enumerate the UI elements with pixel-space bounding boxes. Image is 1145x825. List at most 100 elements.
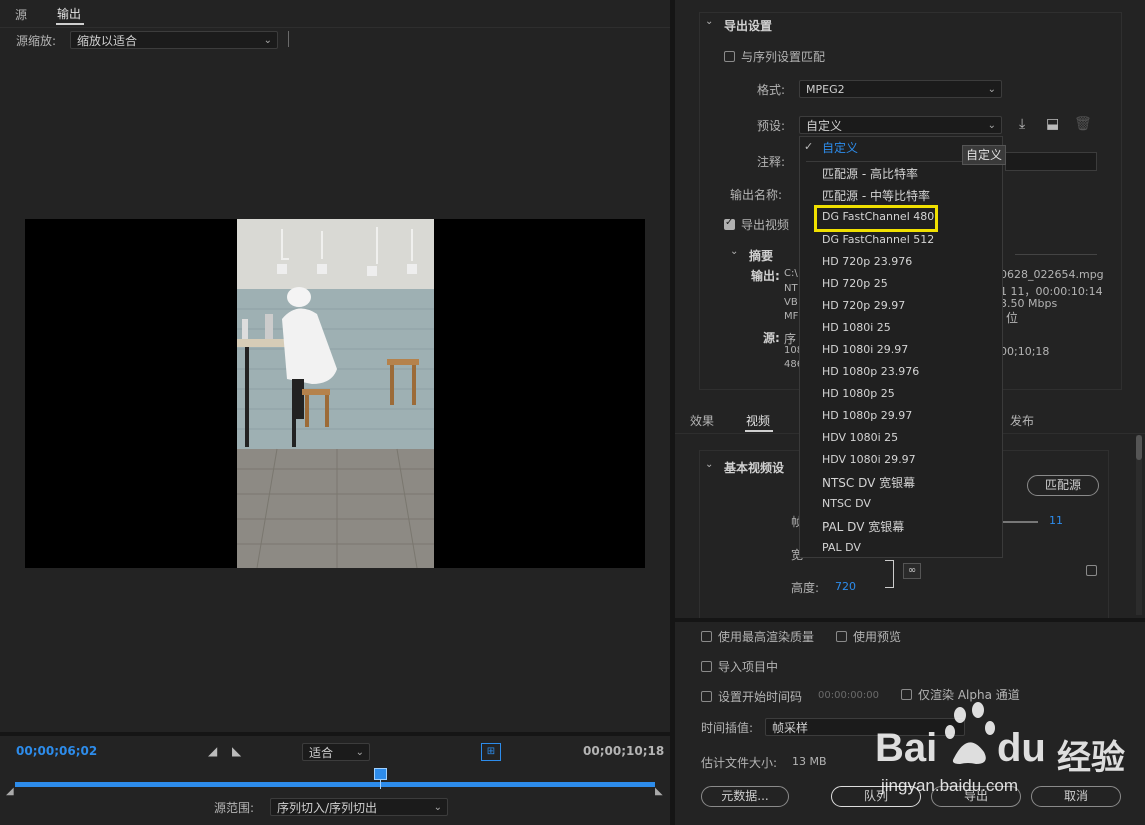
mark-out-icon[interactable]: ◣ bbox=[232, 744, 241, 758]
match-sequence-label: 与序列设置匹配 bbox=[741, 50, 826, 64]
summary-source-label: 源: bbox=[763, 331, 780, 345]
chevron-down-icon: ⌄ bbox=[355, 747, 364, 758]
playhead[interactable] bbox=[374, 768, 387, 789]
watermark-brand: Bai bbox=[875, 726, 938, 770]
source-range-label: 源范围: bbox=[214, 801, 255, 815]
fit-dropdown[interactable]: 适合 ⌄ bbox=[302, 743, 370, 761]
frame-value[interactable]: 11 bbox=[1049, 514, 1063, 527]
time-interp-value: 帧采样 bbox=[772, 721, 809, 735]
tab-publish[interactable]: 发布 bbox=[1010, 412, 1034, 429]
import-into-project-checkbox[interactable] bbox=[701, 661, 712, 672]
preset-menu-item[interactable]: HD 720p 23.976 bbox=[822, 255, 912, 268]
use-previews-label: 使用预览 bbox=[853, 630, 902, 644]
height-label: 高度: bbox=[791, 581, 820, 595]
dimension-checkbox[interactable] bbox=[1086, 565, 1097, 576]
in-point-icon[interactable]: ◢ bbox=[6, 786, 14, 797]
watermark-suffix: 经验 bbox=[1057, 738, 1125, 778]
summary-chevron-icon[interactable]: ⌄ bbox=[730, 246, 738, 257]
basic-video-chevron-icon[interactable]: ⌄ bbox=[705, 459, 713, 470]
tab-effects[interactable]: 效果 bbox=[690, 412, 714, 429]
source-scale-label: 源缩放: bbox=[16, 34, 57, 48]
height-value[interactable]: 720 bbox=[835, 580, 856, 593]
preset-menu-item[interactable]: HD 720p 25 bbox=[822, 277, 888, 290]
highlight-box bbox=[814, 205, 938, 232]
mark-in-icon[interactable]: ◢ bbox=[208, 744, 217, 758]
collapse-chevron-icon[interactable]: ⌄ bbox=[705, 16, 713, 27]
preset-menu-item[interactable]: NTSC DV 宽银幕 bbox=[822, 474, 915, 491]
match-sequence-checkbox[interactable] bbox=[724, 51, 735, 62]
preset-menu-item[interactable]: 匹配源 - 高比特率 bbox=[822, 165, 918, 182]
timeline-track[interactable] bbox=[15, 782, 655, 787]
start-timecode-value[interactable]: 00:00:00:00 bbox=[818, 690, 879, 701]
alpha-only-checkbox[interactable] bbox=[901, 689, 912, 700]
preset-menu-item[interactable]: HDV 1080i 29.97 bbox=[822, 453, 916, 466]
link-icon[interactable]: ∞ bbox=[903, 563, 921, 579]
preset-menu-item[interactable]: 匹配源 - 中等比特率 bbox=[822, 187, 930, 204]
chevron-down-icon: ⌄ bbox=[263, 35, 272, 46]
preset-menu-item[interactable]: HD 1080p 29.97 bbox=[822, 409, 912, 422]
source-range-dropdown[interactable]: 序列切入/序列切出 ⌄ bbox=[270, 798, 448, 816]
out-point-icon[interactable]: ◣ bbox=[655, 786, 663, 797]
end-timecode: 00;00;10;18 bbox=[583, 744, 665, 758]
summary-output-line: MF bbox=[784, 311, 799, 322]
preset-menu-item[interactable]: PAL DV bbox=[822, 541, 861, 554]
use-previews-checkbox[interactable] bbox=[836, 631, 847, 642]
preset-menu-item[interactable]: HDV 1080i 25 bbox=[822, 431, 898, 444]
comment-input[interactable] bbox=[1005, 152, 1097, 171]
export-video-label: 导出视频 bbox=[741, 218, 790, 232]
delete-preset-icon[interactable]: 🗑 bbox=[1074, 116, 1092, 132]
source-scale-value: 缩放以适合 bbox=[77, 34, 138, 48]
aspect-toggle-icon[interactable]: ⊞ bbox=[481, 743, 501, 761]
source-range-value: 序列切入/序列切出 bbox=[277, 801, 378, 815]
tab-output-underline bbox=[56, 23, 84, 25]
tab-source[interactable]: 源 bbox=[15, 6, 27, 23]
preset-menu-item[interactable]: HD 1080i 25 bbox=[822, 321, 891, 334]
preset-label: 预设: bbox=[757, 119, 786, 133]
est-size-value: 13 MB bbox=[792, 755, 827, 768]
preset-menu-item-checked[interactable]: 自定义 bbox=[822, 139, 858, 156]
tab-output[interactable]: 输出 bbox=[57, 5, 81, 22]
save-preset-icon[interactable]: ⤓ bbox=[1019, 116, 1025, 132]
baidu-watermark: Bai du 经验 jingyan.baidu.com bbox=[875, 700, 1135, 800]
frame-slider[interactable] bbox=[1000, 521, 1038, 523]
summary-output-right: 位 bbox=[1006, 311, 1019, 325]
preview-panel: 源 输出 源缩放: 缩放以适合 ⌄ bbox=[0, 0, 670, 732]
format-label: 格式: bbox=[757, 83, 786, 97]
chevron-down-icon: ⌄ bbox=[987, 120, 996, 131]
tab-bar: 源 输出 bbox=[0, 0, 670, 28]
output-name-label: 输出名称: bbox=[730, 188, 783, 202]
time-interp-label: 时间插值: bbox=[701, 721, 754, 735]
source-scale-dropdown[interactable]: 缩放以适合 ⌄ bbox=[70, 31, 278, 49]
preset-menu-item[interactable]: NTSC DV bbox=[822, 497, 871, 510]
match-source-button[interactable]: 匹配源 bbox=[1027, 475, 1099, 496]
video-frame-image bbox=[237, 219, 434, 568]
scrollbar[interactable] bbox=[1136, 435, 1142, 615]
video-preview bbox=[25, 219, 645, 568]
max-render-quality-checkbox[interactable] bbox=[701, 631, 712, 642]
export-settings-title: 导出设置 bbox=[724, 19, 773, 33]
divider bbox=[288, 31, 289, 47]
format-value: MPEG2 bbox=[806, 83, 845, 96]
export-video-checkbox[interactable] bbox=[724, 217, 735, 230]
preset-menu-item[interactable]: HD 1080p 23.976 bbox=[822, 365, 919, 378]
preset-menu-item[interactable]: HD 1080p 25 bbox=[822, 387, 895, 400]
tab-video-underline bbox=[745, 430, 773, 432]
start-timecode-checkbox[interactable] bbox=[701, 691, 712, 702]
metadata-button[interactable]: 元数据... bbox=[701, 786, 789, 807]
preset-menu-item[interactable]: PAL DV 宽银幕 bbox=[822, 518, 904, 535]
tab-video[interactable]: 视频 bbox=[746, 412, 770, 429]
summary-output-label: 输出: bbox=[751, 269, 780, 283]
preset-menu-item[interactable]: HD 720p 29.97 bbox=[822, 299, 905, 312]
current-timecode[interactable]: 00;00;06;02 bbox=[16, 744, 97, 758]
preset-menu-item[interactable]: HD 1080i 29.97 bbox=[822, 343, 908, 356]
est-size-label: 估计文件大小: bbox=[701, 756, 778, 770]
import-preset-icon[interactable]: ⬓ bbox=[1046, 116, 1059, 132]
chevron-down-icon: ⌄ bbox=[433, 802, 442, 813]
preset-dropdown[interactable]: 自定义 ⌄ bbox=[799, 116, 1002, 134]
preset-menu-item[interactable]: DG FastChannel 512 bbox=[822, 233, 934, 246]
summary-title: 摘要 bbox=[749, 249, 774, 263]
summary-divider bbox=[1015, 254, 1097, 255]
preset-tooltip: 自定义 bbox=[962, 145, 1007, 165]
format-dropdown[interactable]: MPEG2 ⌄ bbox=[799, 80, 1002, 98]
summary-output-line: NT bbox=[784, 283, 798, 294]
